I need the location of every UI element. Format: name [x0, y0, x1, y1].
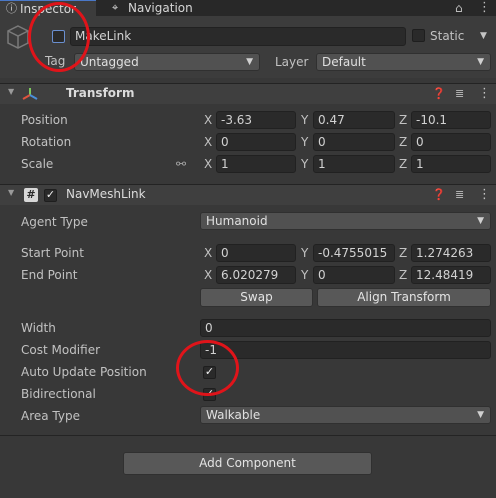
tag-dropdown[interactable]: Untagged ▼ — [74, 53, 260, 71]
navmeshlink-title: NavMeshLink — [66, 187, 146, 201]
more-menu-icon[interactable]: ⋮ — [478, 0, 491, 16]
end-point-z-field[interactable]: 12.48419 — [411, 266, 491, 284]
axis-x-label[interactable]: X — [204, 155, 212, 173]
end-point-y-field[interactable]: 0 — [313, 266, 395, 284]
start-point-x-field[interactable]: 0 — [216, 244, 296, 262]
static-label: Static — [430, 29, 465, 43]
tag-value: Untagged — [80, 55, 139, 69]
help-icon[interactable]: ❓ — [432, 87, 446, 100]
chevron-down-icon: ▼ — [477, 57, 484, 67]
navigation-icon: ⌖ — [112, 1, 119, 14]
chevron-down-icon: ▼ — [477, 216, 484, 226]
cube-icon — [7, 25, 29, 49]
auto-update-position-label: Auto Update Position — [21, 365, 147, 379]
position-label: Position — [21, 113, 68, 127]
area-type-value: Walkable — [206, 408, 261, 422]
align-transform-button[interactable]: Align Transform — [317, 288, 491, 307]
static-dropdown-arrow-icon[interactable]: ▼ — [480, 27, 487, 45]
chevron-down-icon: ▼ — [246, 57, 253, 67]
cost-modifier-field[interactable]: -1 — [200, 341, 491, 359]
preset-sliders-icon[interactable]: ≣ — [455, 188, 464, 201]
info-icon: ⓘ — [6, 2, 17, 15]
layer-label: Layer — [275, 55, 309, 69]
axis-z-label[interactable]: Z — [399, 133, 407, 151]
agent-type-value: Humanoid — [206, 214, 268, 228]
axis-x-label[interactable]: X — [204, 133, 212, 151]
preset-sliders-icon[interactable]: ≣ — [455, 87, 464, 100]
tab-navigation[interactable]: ⌖ Navigation — [110, 0, 210, 16]
axis-x-label[interactable]: X — [204, 111, 212, 129]
transform-title: Transform — [66, 86, 135, 100]
scale-y-field[interactable]: 1 — [313, 155, 395, 173]
start-point-z-field[interactable]: 1.274263 — [411, 244, 491, 262]
transform-axes-icon — [22, 88, 38, 100]
object-name-field[interactable]: MakeLink — [70, 27, 406, 46]
constrain-proportions-link-icon[interactable]: ⚯ — [176, 155, 186, 173]
agent-type-dropdown[interactable]: Humanoid ▼ — [200, 212, 491, 230]
area-type-label: Area Type — [21, 409, 80, 423]
swap-button[interactable]: Swap — [200, 288, 313, 307]
axis-z-label[interactable]: Z — [399, 155, 407, 173]
scale-x-field[interactable]: 1 — [216, 155, 296, 173]
agent-type-label: Agent Type — [21, 215, 88, 229]
position-z-field[interactable]: -10.1 — [411, 111, 491, 129]
highlight-circle — [28, 2, 90, 72]
start-point-label: Start Point — [21, 246, 84, 260]
axis-x-label[interactable]: X — [204, 266, 212, 284]
rotation-z-field[interactable]: 0 — [411, 133, 491, 151]
position-x-field[interactable]: -3.63 — [216, 111, 296, 129]
axis-y-label[interactable]: Y — [301, 266, 308, 284]
highlight-circle — [176, 340, 239, 396]
rotation-label: Rotation — [21, 135, 72, 149]
axis-z-label[interactable]: Z — [399, 266, 407, 284]
component-menu-icon[interactable]: ⋮ — [478, 187, 491, 202]
tab-navigation-label: Navigation — [128, 1, 193, 15]
navmeshlink-header[interactable]: ▼ # ✓ NavMeshLink ❓ ≣ ⋮ — [0, 184, 496, 205]
add-component-button[interactable]: Add Component — [123, 452, 372, 475]
end-point-x-field[interactable]: 6.020279 — [216, 266, 296, 284]
cost-modifier-label: Cost Modifier — [21, 343, 101, 357]
axis-y-label[interactable]: Y — [301, 111, 308, 129]
static-checkbox[interactable] — [412, 29, 425, 42]
scale-label: Scale — [21, 157, 54, 171]
script-hash-icon: # — [24, 188, 38, 202]
axis-y-label[interactable]: Y — [301, 133, 308, 151]
navmeshlink-enabled-checkbox[interactable]: ✓ — [44, 189, 57, 202]
axis-x-label[interactable]: X — [204, 244, 212, 262]
axis-y-label[interactable]: Y — [301, 244, 308, 262]
transform-header[interactable]: ▼ Transform ❓ ≣ ⋮ — [0, 83, 496, 104]
rotation-y-field[interactable]: 0 — [313, 133, 395, 151]
end-point-label: End Point — [21, 268, 78, 282]
component-menu-icon[interactable]: ⋮ — [478, 86, 491, 101]
axis-z-label[interactable]: Z — [399, 111, 407, 129]
area-type-dropdown[interactable]: Walkable ▼ — [200, 406, 491, 424]
lock-icon[interactable]: ⌂ — [455, 0, 463, 16]
axis-y-label[interactable]: Y — [301, 155, 308, 173]
layer-value: Default — [322, 55, 366, 69]
bidirectional-label: Bidirectional — [21, 387, 96, 401]
chevron-down-icon: ▼ — [477, 410, 484, 420]
position-y-field[interactable]: 0.47 — [313, 111, 395, 129]
foldout-arrow-icon[interactable]: ▼ — [8, 188, 14, 197]
axis-z-label[interactable]: Z — [399, 244, 407, 262]
rotation-x-field[interactable]: 0 — [216, 133, 296, 151]
foldout-arrow-icon[interactable]: ▼ — [8, 87, 14, 96]
width-label: Width — [21, 321, 56, 335]
width-field[interactable]: 0 — [200, 319, 491, 337]
scale-z-field[interactable]: 1 — [411, 155, 491, 173]
help-icon[interactable]: ❓ — [432, 188, 446, 201]
layer-dropdown[interactable]: Default ▼ — [316, 53, 491, 71]
component-separator — [0, 435, 496, 436]
start-point-y-field[interactable]: -0.4755015 — [313, 244, 395, 262]
